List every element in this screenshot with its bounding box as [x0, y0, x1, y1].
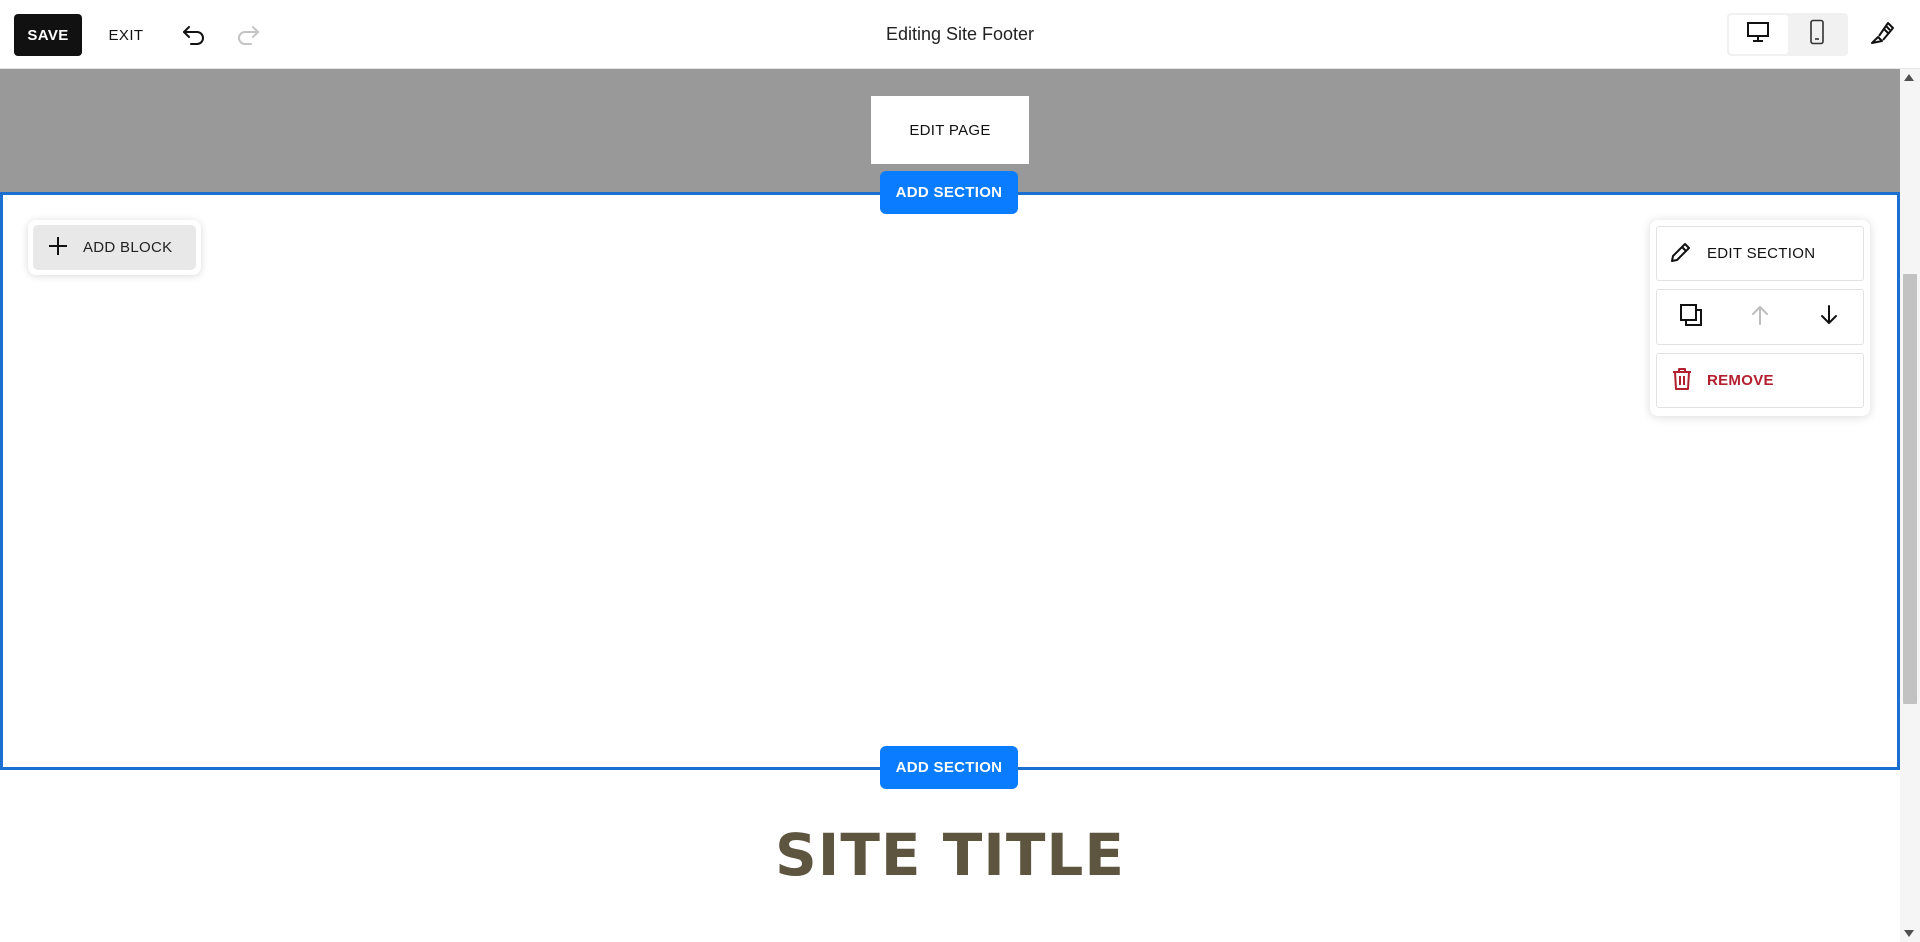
duplicate-icon — [1679, 303, 1703, 332]
add-block-button[interactable]: ADD BLOCK — [33, 225, 196, 270]
mobile-view-button[interactable] — [1788, 15, 1847, 54]
site-title[interactable]: SITE TITLE — [660, 820, 1240, 890]
scroll-down-arrow-icon[interactable] — [1904, 930, 1914, 937]
arrow-up-icon — [1750, 304, 1770, 331]
editor-toolbar: SAVE EXIT Editing Site Footer — [0, 0, 1920, 69]
plus-icon — [47, 235, 69, 261]
move-section-up-button[interactable] — [1740, 297, 1780, 337]
remove-section-button[interactable]: REMOVE — [1656, 353, 1864, 408]
device-toggle — [1727, 13, 1848, 56]
exit-button[interactable]: EXIT — [100, 14, 152, 56]
desktop-view-button[interactable] — [1729, 15, 1788, 54]
arrow-down-icon — [1819, 304, 1839, 331]
site-styles-button[interactable] — [1863, 16, 1901, 54]
trash-icon — [1671, 367, 1693, 395]
scrollbar-thumb[interactable] — [1903, 274, 1917, 704]
edit-section-button[interactable]: EDIT SECTION — [1656, 226, 1864, 281]
add-block-label: ADD BLOCK — [83, 239, 173, 256]
save-button[interactable]: SAVE — [14, 14, 82, 56]
duplicate-section-button[interactable] — [1671, 297, 1711, 337]
scroll-up-arrow-icon[interactable] — [1904, 74, 1914, 81]
mobile-icon — [1809, 19, 1825, 50]
desktop-icon — [1746, 21, 1770, 48]
edit-section-label: EDIT SECTION — [1707, 245, 1816, 262]
add-section-button-top[interactable]: ADD SECTION — [880, 171, 1018, 214]
add-section-button-bottom[interactable]: ADD SECTION — [880, 746, 1018, 789]
pencil-icon — [1669, 240, 1693, 268]
redo-icon[interactable] — [230, 17, 266, 53]
undo-icon[interactable] — [176, 17, 212, 53]
selected-section[interactable] — [0, 192, 1900, 770]
edit-page-button[interactable]: EDIT PAGE — [871, 96, 1029, 164]
remove-label: REMOVE — [1707, 372, 1774, 389]
add-block-container: ADD BLOCK — [28, 220, 201, 275]
paintbrush-icon — [1868, 19, 1896, 52]
section-actions-row — [1656, 289, 1864, 345]
editor-title: Editing Site Footer — [885, 24, 1035, 44]
move-section-down-button[interactable] — [1809, 297, 1849, 337]
section-toolbar: EDIT SECTION REMOVE — [1650, 220, 1870, 416]
